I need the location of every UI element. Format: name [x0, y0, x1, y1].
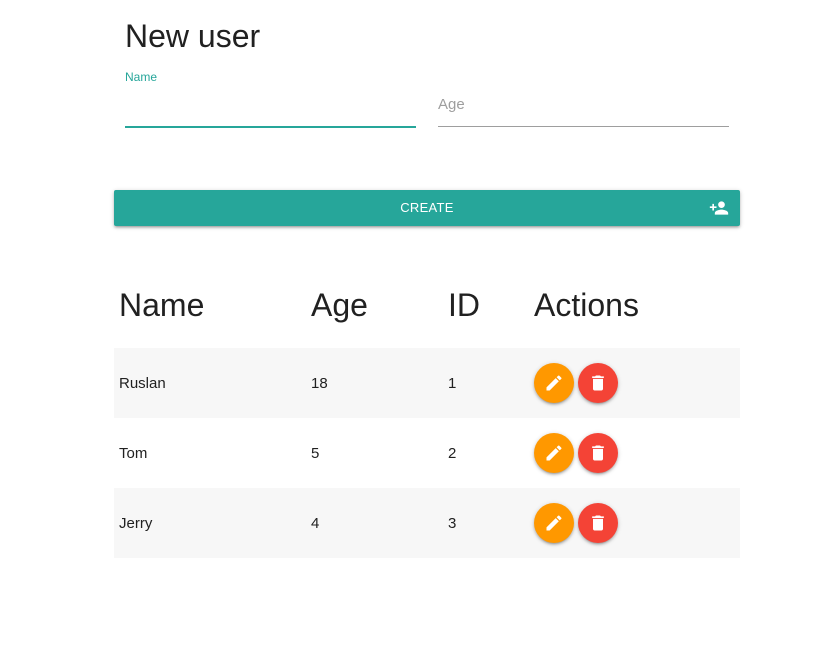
cell-name: Jerry [114, 488, 306, 558]
cell-name: Ruslan [114, 348, 306, 418]
cell-id: 2 [448, 444, 457, 462]
trash-icon [592, 515, 604, 531]
cell-actions [529, 348, 740, 418]
edit-button[interactable] [534, 503, 574, 543]
age-input[interactable] [438, 90, 729, 126]
delete-button[interactable] [578, 433, 618, 473]
header-id: ID [448, 286, 480, 323]
name-underline [125, 126, 416, 128]
header-name: Name [119, 286, 205, 323]
pencil-icon [546, 375, 562, 391]
cell-id: 1 [443, 348, 529, 418]
pencil-icon [546, 515, 562, 531]
page-title: New user [125, 18, 261, 54]
trash-icon [592, 375, 604, 391]
edit-button[interactable] [534, 433, 574, 473]
name-input[interactable] [125, 90, 416, 126]
create-button[interactable]: CREATE [114, 190, 740, 226]
cell-actions [529, 418, 740, 488]
header-age: Age [311, 286, 368, 323]
trash-icon [592, 445, 604, 461]
table-row: Jerry 4 3 [114, 488, 740, 558]
edit-button[interactable] [534, 363, 574, 403]
table-row: Tom 5 2 [114, 418, 740, 488]
cell-age: 18 [306, 348, 443, 418]
delete-button[interactable] [578, 503, 618, 543]
cell-id: 3 [443, 488, 529, 558]
header-actions: Actions [534, 286, 639, 323]
age-field[interactable]: Age [438, 66, 729, 128]
cell-name: Tom [119, 444, 148, 462]
table-header-row: Name Age ID Actions [114, 262, 740, 348]
users-table: Name Age ID Actions Ruslan 18 1 Tom 5 2 … [114, 262, 740, 558]
delete-button[interactable] [578, 363, 618, 403]
pencil-icon [546, 445, 562, 461]
person-add-icon [709, 201, 729, 215]
cell-age: 4 [306, 488, 443, 558]
create-button-label: CREATE [400, 200, 454, 215]
age-underline [438, 126, 729, 127]
name-label: Name [125, 70, 158, 84]
cell-actions [529, 488, 740, 558]
name-field[interactable]: Name [125, 66, 416, 128]
cell-age: 5 [311, 444, 320, 462]
page: New user Name Age CREATE Name Age ID Act… [0, 0, 831, 652]
table-row: Ruslan 18 1 [114, 348, 740, 418]
